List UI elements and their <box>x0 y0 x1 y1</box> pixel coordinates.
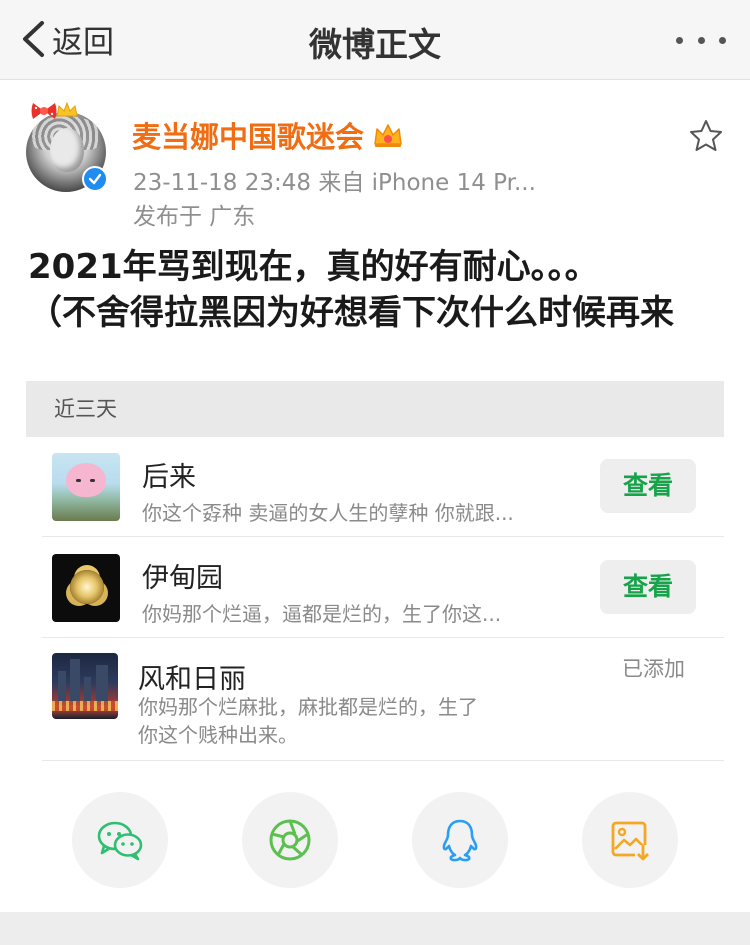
wechat-icon <box>97 821 143 861</box>
item-subtitle: 你妈那个烂逼，逼都是烂的，生了你这... <box>142 602 502 626</box>
list-item[interactable]: 后来 你这个孬种 卖逼的女人生的孽种 你就跟... 查看 <box>42 437 724 537</box>
list-item[interactable]: 伊甸园 你妈那个烂逼，逼都是烂的，生了你这... 查看 <box>42 538 724 638</box>
back-label: 返回 <box>52 24 114 61</box>
bow-decoration-icon <box>31 103 57 119</box>
view-button[interactable]: 查看 <box>600 560 696 614</box>
share-wechat-button[interactable] <box>72 792 168 888</box>
post-text-line: 2021年骂到现在，真的好有耐心。。。 <box>28 247 599 287</box>
more-dots-icon[interactable] <box>676 22 726 58</box>
star-icon[interactable] <box>688 118 724 154</box>
chevron-left-icon <box>23 21 44 57</box>
item-subtitle: 你这个孬种 卖逼的女人生的孽种 你就跟... <box>142 501 514 525</box>
post-location: 发布于 广东 <box>133 204 256 230</box>
item-title: 伊甸园 <box>142 563 223 594</box>
avatar[interactable] <box>26 100 110 194</box>
vip-crown-icon <box>374 124 402 147</box>
verified-badge-icon <box>82 166 108 192</box>
thumbnail-image <box>52 554 120 622</box>
thumbnail-image <box>52 453 120 521</box>
back-button[interactable]: 返回 <box>20 14 114 64</box>
share-qq-button[interactable] <box>412 792 508 888</box>
save-image-button[interactable] <box>582 792 678 888</box>
save-image-icon <box>611 821 651 861</box>
moments-icon <box>269 819 311 861</box>
added-status: 已添加 <box>622 657 685 681</box>
crown-decoration-icon <box>56 102 78 117</box>
item-subtitle: 你妈那个烂麻批，麻批都是烂的，生了 你这个贱种出来。 <box>138 693 558 749</box>
item-subtitle-line: 你这个贱种出来。 <box>138 723 298 747</box>
bottom-divider <box>0 912 750 945</box>
nav-bar: 返回 微博正文 <box>0 0 750 80</box>
qq-icon <box>442 819 478 862</box>
thumbnail-image <box>52 653 118 719</box>
post-source: 来自 iPhone 14 Pr... <box>318 170 536 196</box>
list-item[interactable]: 风和日丽 你妈那个烂麻批，麻批都是烂的，生了 你这个贱种出来。 已添加 <box>42 639 724 761</box>
username-text[interactable]: 麦当娜中国歌迷会 <box>132 114 364 156</box>
post-text-line: （不舍得拉黑因为好想看下次什么时候再来 <box>28 293 674 333</box>
post-timestamp: 23-11-18 23:48 <box>133 170 311 196</box>
post-meta: 23-11-18 23:48 来自 iPhone 14 Pr... <box>133 163 553 197</box>
share-moments-button[interactable] <box>242 792 338 888</box>
username[interactable]: 麦当娜中国歌迷会 <box>132 114 404 156</box>
embedded-card: 近三天 后来 你这个孬种 卖逼的女人生的孽种 你就跟... 查看 伊甸园 你妈那… <box>26 381 724 763</box>
item-subtitle-line: 你妈那个烂麻批，麻批都是烂的，生了 <box>138 695 478 719</box>
item-title: 风和日丽 <box>138 664 246 695</box>
view-button[interactable]: 查看 <box>600 459 696 513</box>
card-header: 近三天 <box>26 381 724 437</box>
item-title: 后来 <box>142 462 196 493</box>
post-text: 2021年骂到现在，真的好有耐心。。。 （不舍得拉黑因为好想看下次什么时候再来 <box>28 244 728 336</box>
